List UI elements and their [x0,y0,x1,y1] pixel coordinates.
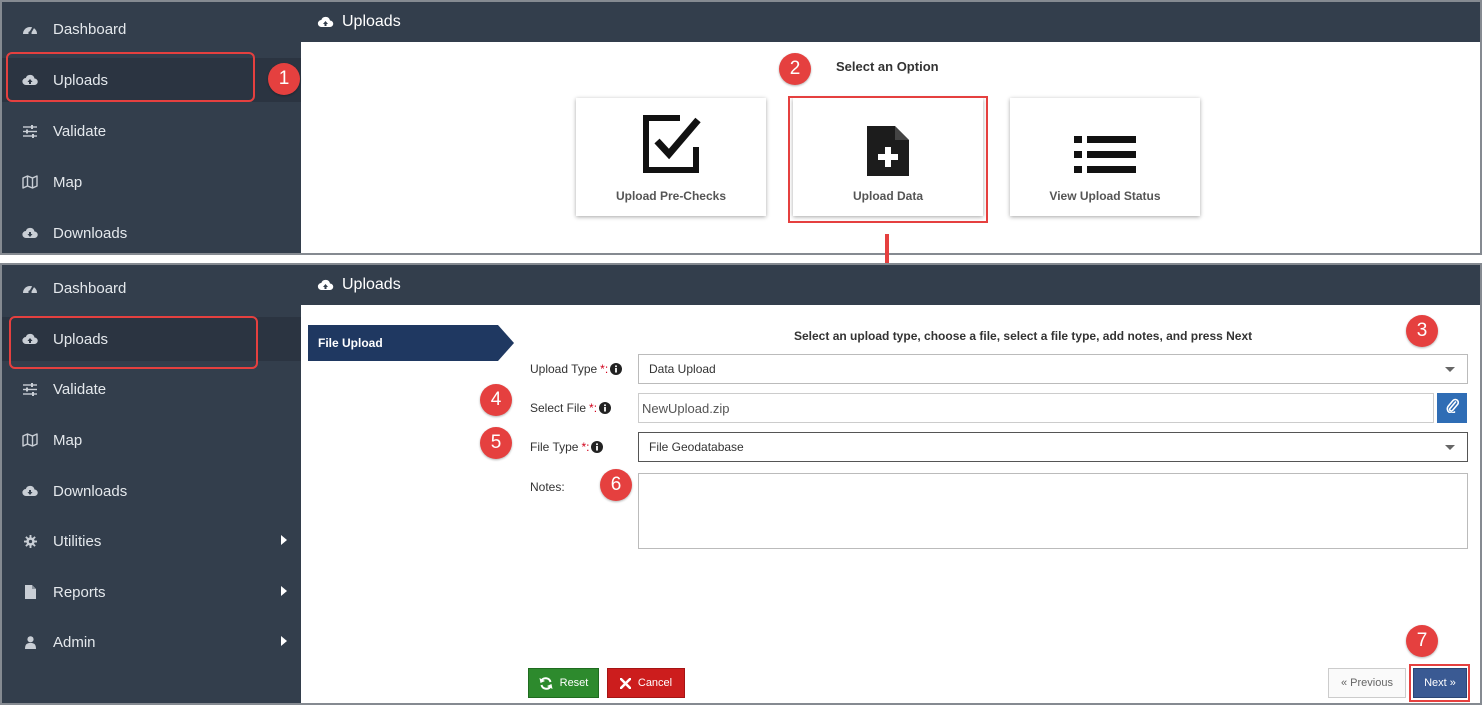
checkbox-icon [640,106,702,176]
view-upload-status-card[interactable]: View Upload Status [1010,98,1200,216]
reset-button[interactable]: Reset [528,668,599,698]
select-file-input[interactable]: NewUpload.zip [638,393,1434,423]
list-icon [1074,106,1136,176]
chevron-down-icon [1445,367,1455,372]
sliders-icon [20,124,40,138]
submenu-arrow-icon [281,636,287,646]
sidebar-item-label: Reports [53,583,106,601]
gear-icon [20,534,40,548]
uploads-highlight-box [9,316,258,369]
sidebar-item-utilities[interactable]: Utilities [2,519,301,563]
card-label: Upload Pre-Checks [615,189,727,203]
document-icon [20,585,40,599]
previous-button[interactable]: « Previous [1328,668,1406,698]
card-label: View Upload Status [1049,189,1161,203]
sliders-icon [20,382,40,396]
dashboard-icon [20,281,40,295]
annotation-badge-1: 1 [268,63,300,95]
select-option-title: Select an Option [836,59,939,74]
submenu-arrow-icon [281,535,287,545]
upload-type-label: Upload Type *: [530,362,623,376]
sidebar-item-map[interactable]: Map [2,418,301,462]
info-icon[interactable] [599,402,612,414]
submenu-arrow-icon [281,586,287,596]
annotation-badge-3: 3 [1406,315,1438,347]
next-highlight-box [1409,664,1470,702]
cloud-upload-icon [317,16,334,28]
step-tab-file-upload[interactable]: File Upload [308,325,498,361]
sidebar-item-admin[interactable]: Admin [2,620,301,664]
sidebar-item-label: Validate [53,380,107,398]
sidebar-item-label: Downloads [53,224,128,242]
bottom-screenshot-panel: Dashboard Uploads Validate Map Downloads [0,263,1482,705]
instructions-text: Select an upload type, choose a file, se… [794,329,1253,343]
user-icon [20,635,40,649]
sidebar-item-validate[interactable]: Validate [2,367,301,411]
notes-label: Notes: [530,480,565,494]
sidebar-item-validate[interactable]: Validate [2,109,301,153]
cloud-download-icon [20,485,40,497]
sidebar-item-label: Validate [53,122,107,140]
page-header: Uploads [301,265,1480,305]
top-screenshot-panel: Dashboard Uploads Validate Map Downloads [0,0,1482,255]
cloud-download-icon [20,227,40,239]
notes-textarea[interactable] [638,473,1468,549]
cancel-button[interactable]: Cancel [607,668,685,698]
required-marker: *: [600,362,609,376]
sidebar-item-label: Downloads [53,482,128,500]
refresh-icon [539,676,553,690]
annotation-badge-5: 5 [480,427,512,459]
sidebar-item-label: Admin [53,633,96,651]
sidebar: Dashboard Uploads Validate Map Downloads [2,2,301,253]
attach-file-button[interactable] [1437,393,1467,423]
map-icon [20,175,40,189]
info-icon[interactable] [591,441,604,453]
required-marker: *: [589,401,598,415]
select-file-label: Select File *: [530,401,612,415]
annotation-badge-7: 7 [1406,625,1438,657]
upload-prechecks-card[interactable]: Upload Pre-Checks [576,98,766,216]
chevron-down-icon [1445,445,1455,450]
dashboard-icon [20,22,40,36]
sidebar-item-label: Utilities [53,532,102,550]
page-title: Uploads [342,276,401,293]
upload-data-highlight-box [788,96,988,223]
file-type-label: File Type *: [530,440,604,454]
close-icon [619,677,631,689]
paperclip-icon [1446,398,1459,418]
annotation-badge-6: 6 [600,469,632,501]
sidebar-item-downloads[interactable]: Downloads [2,211,301,253]
cloud-upload-icon [317,279,334,291]
sidebar-item-label: Dashboard [53,20,127,38]
required-marker: *: [581,440,590,454]
sidebar-item-dashboard[interactable]: Dashboard [2,7,301,51]
sidebar-item-label: Map [53,431,83,449]
sidebar-item-label: Dashboard [53,279,127,297]
sidebar-item-dashboard[interactable]: Dashboard [2,266,301,310]
info-icon[interactable] [610,363,623,375]
annotation-badge-2: 2 [779,53,811,85]
uploads-highlight-box [6,52,255,102]
upload-type-select[interactable]: Data Upload [638,354,1468,384]
sidebar-item-label: Map [53,173,83,191]
page-header: Uploads [301,2,1480,42]
file-type-select[interactable]: File Geodatabase [638,432,1468,462]
sidebar-item-map[interactable]: Map [2,160,301,204]
annotation-badge-4: 4 [480,384,512,416]
sidebar-item-reports[interactable]: Reports [2,570,301,614]
page-title: Uploads [342,13,401,30]
map-icon [20,433,40,447]
step-tab-arrow [498,325,514,361]
sidebar-item-downloads[interactable]: Downloads [2,469,301,513]
